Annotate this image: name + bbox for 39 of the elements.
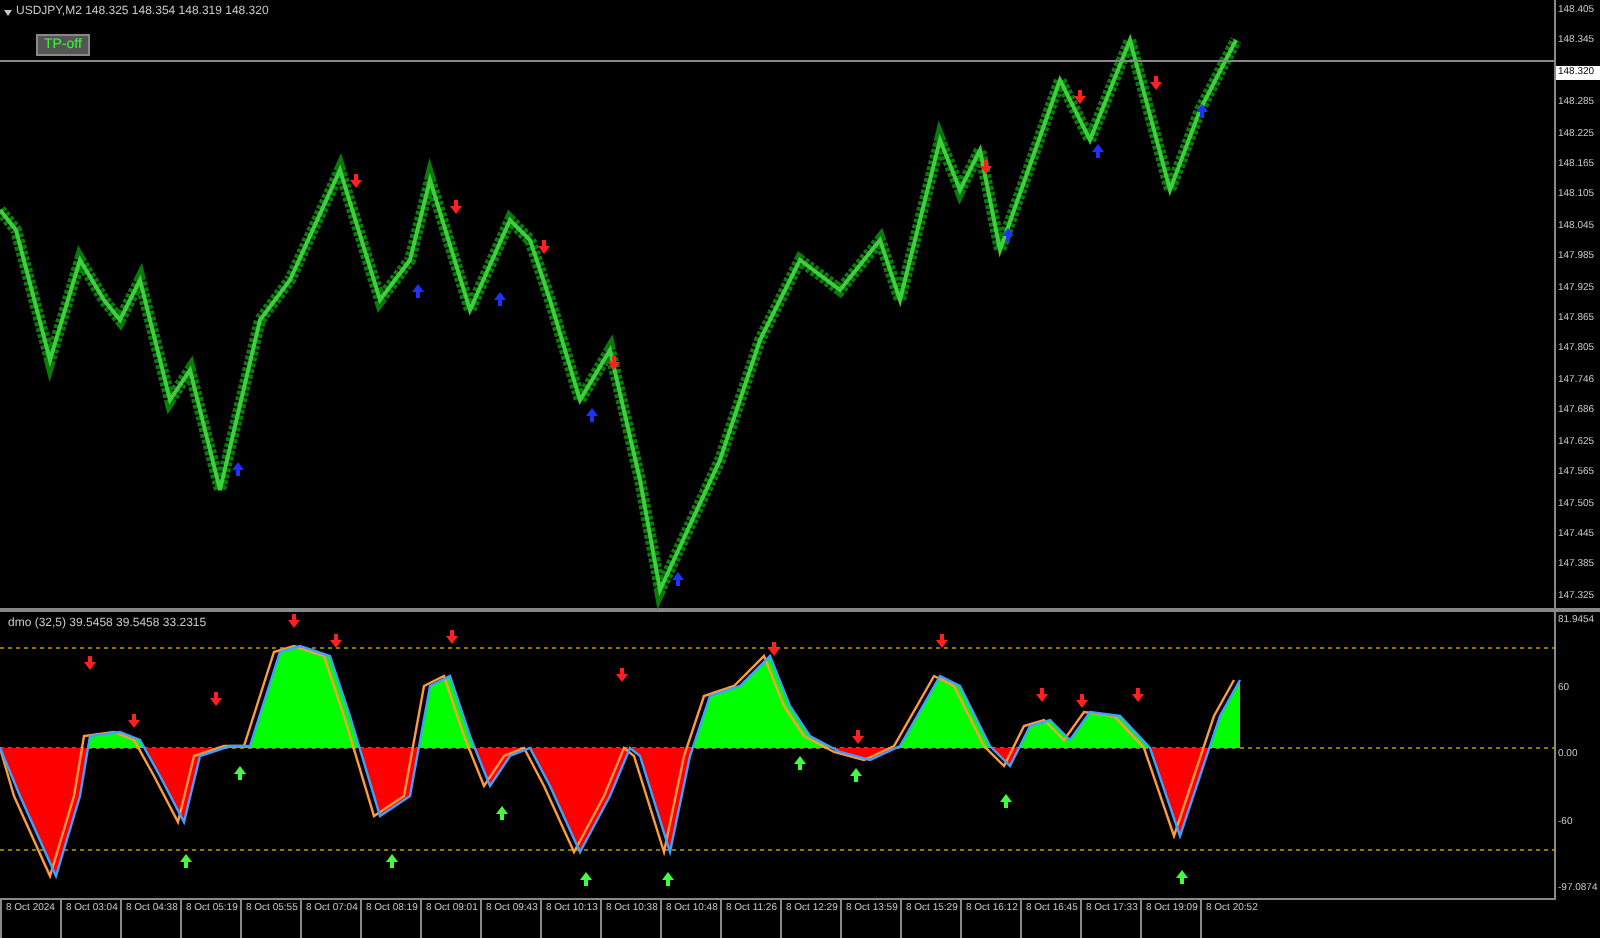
down-arrow-icon — [288, 614, 300, 628]
down-arrow-icon — [1074, 90, 1086, 104]
up-arrow-icon — [234, 766, 246, 780]
down-arrow-icon — [1076, 694, 1088, 708]
up-arrow-icon — [386, 854, 398, 868]
down-arrow-icon — [84, 656, 96, 670]
up-arrow-icon — [496, 806, 508, 820]
down-arrow-icon — [450, 200, 462, 214]
up-arrow-icon — [412, 284, 424, 298]
up-arrow-icon — [1092, 144, 1104, 158]
up-arrow-icon — [232, 462, 244, 476]
down-arrow-icon — [936, 634, 948, 648]
dropdown-triangle-icon[interactable] — [4, 10, 12, 16]
down-arrow-icon — [330, 634, 342, 648]
up-arrow-icon — [580, 872, 592, 886]
down-arrow-icon — [210, 692, 222, 706]
up-arrow-icon — [850, 768, 862, 782]
down-arrow-icon — [1036, 688, 1048, 702]
down-arrow-icon — [446, 630, 458, 644]
down-arrow-icon — [538, 240, 550, 254]
down-arrow-icon — [616, 668, 628, 682]
down-arrow-icon — [1150, 76, 1162, 90]
down-arrow-icon — [350, 174, 362, 188]
down-arrow-icon — [768, 642, 780, 656]
up-arrow-icon — [672, 572, 684, 586]
up-arrow-icon — [662, 872, 674, 886]
down-arrow-icon — [852, 730, 864, 744]
up-arrow-icon — [1176, 870, 1188, 884]
up-arrow-icon — [1002, 228, 1014, 242]
down-arrow-icon — [128, 714, 140, 728]
up-arrow-icon — [1196, 104, 1208, 118]
down-arrow-icon — [980, 160, 992, 174]
up-arrow-icon — [180, 854, 192, 868]
up-arrow-icon — [586, 408, 598, 422]
up-arrow-icon — [794, 756, 806, 770]
up-arrow-icon — [1000, 794, 1012, 808]
down-arrow-icon — [1132, 688, 1144, 702]
up-arrow-icon — [494, 292, 506, 306]
down-arrow-icon — [608, 356, 620, 370]
